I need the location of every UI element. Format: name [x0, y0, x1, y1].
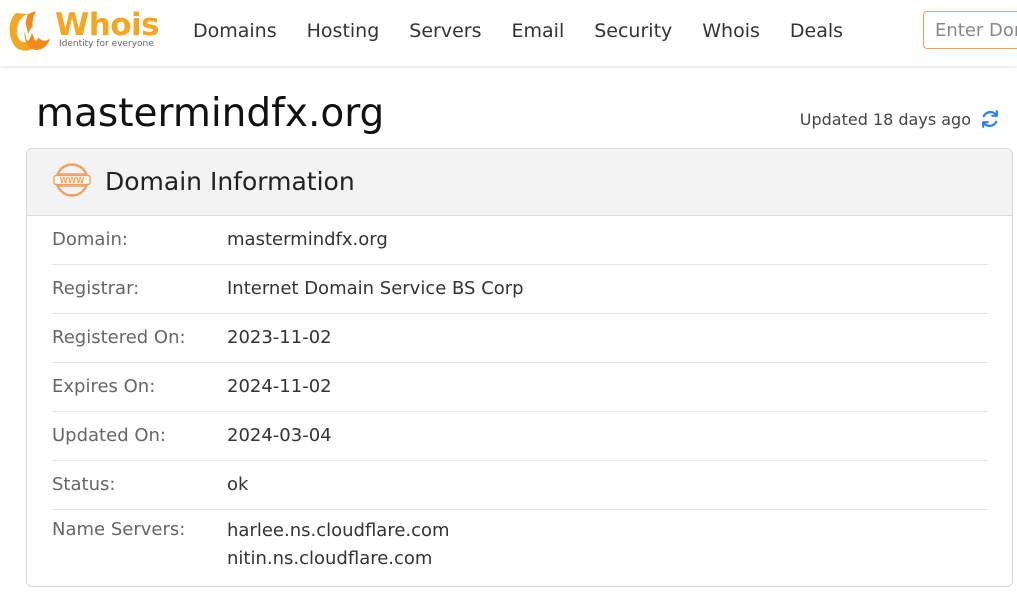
updated-status: Updated 18 days ago [800, 108, 1001, 130]
whois-logo[interactable]: Whois Identity for everyone [6, 7, 166, 55]
refresh-icon[interactable] [979, 108, 1001, 130]
nav-hosting[interactable]: Hosting [292, 20, 395, 42]
row-label: Updated On: [52, 425, 166, 446]
row-label: Expires On: [52, 376, 156, 397]
main-nav: Domains Hosting Servers Email Security W… [178, 0, 858, 62]
svg-text:WWW: WWW [60, 176, 86, 185]
top-navbar: Whois Identity for everyone Domains Host… [0, 0, 1017, 66]
nav-deals[interactable]: Deals [775, 20, 858, 42]
row-value: Internet Domain Service BS Corp [227, 278, 524, 299]
name-server: harlee.ns.cloudflare.com [227, 520, 450, 541]
row-status: Status: ok [52, 461, 988, 510]
www-icon: WWW [53, 163, 91, 197]
logo-wordmark: Whois [55, 7, 160, 43]
nav-email[interactable]: Email [497, 20, 580, 42]
row-value: 2024-11-02 [227, 376, 332, 397]
nav-domains[interactable]: Domains [178, 20, 292, 42]
nav-servers[interactable]: Servers [394, 20, 496, 42]
card-header: WWW Domain Information [27, 149, 1012, 216]
row-value: 2023-11-02 [227, 327, 332, 348]
row-expires-on: Expires On: 2024-11-02 [52, 363, 988, 412]
card-title: Domain Information [105, 167, 355, 196]
row-label: Status: [52, 474, 116, 495]
logo-mark-icon [9, 11, 50, 51]
domain-information-card: WWW Domain Information Domain: mastermin… [26, 148, 1013, 587]
row-value: 2024-03-04 [227, 425, 332, 446]
row-label: Registrar: [52, 278, 140, 299]
domain-info-table: Domain: mastermindfx.org Registrar: Inte… [52, 216, 988, 586]
row-updated-on: Updated On: 2024-03-04 [52, 412, 988, 461]
name-server-list: harlee.ns.cloudflare.com nitin.ns.cloudf… [227, 517, 450, 573]
row-value: ok [227, 474, 249, 495]
row-registrar: Registrar: Internet Domain Service BS Co… [52, 265, 988, 314]
domain-search-input[interactable] [923, 11, 1017, 49]
nav-whois[interactable]: Whois [687, 20, 775, 42]
row-label: Name Servers: [52, 519, 186, 540]
row-value: mastermindfx.org [227, 229, 388, 250]
row-label: Registered On: [52, 327, 186, 348]
row-domain: Domain: mastermindfx.org [52, 216, 988, 265]
page-title: mastermindfx.org [36, 91, 385, 136]
logo-tagline: Identity for everyone [59, 39, 154, 49]
nav-security[interactable]: Security [579, 20, 687, 42]
name-server: nitin.ns.cloudflare.com [227, 548, 433, 569]
row-label: Domain: [52, 229, 128, 250]
row-registered-on: Registered On: 2023-11-02 [52, 314, 988, 363]
row-name-servers: Name Servers: harlee.ns.cloudflare.com n… [52, 510, 988, 586]
updated-text: Updated 18 days ago [799, 109, 971, 129]
